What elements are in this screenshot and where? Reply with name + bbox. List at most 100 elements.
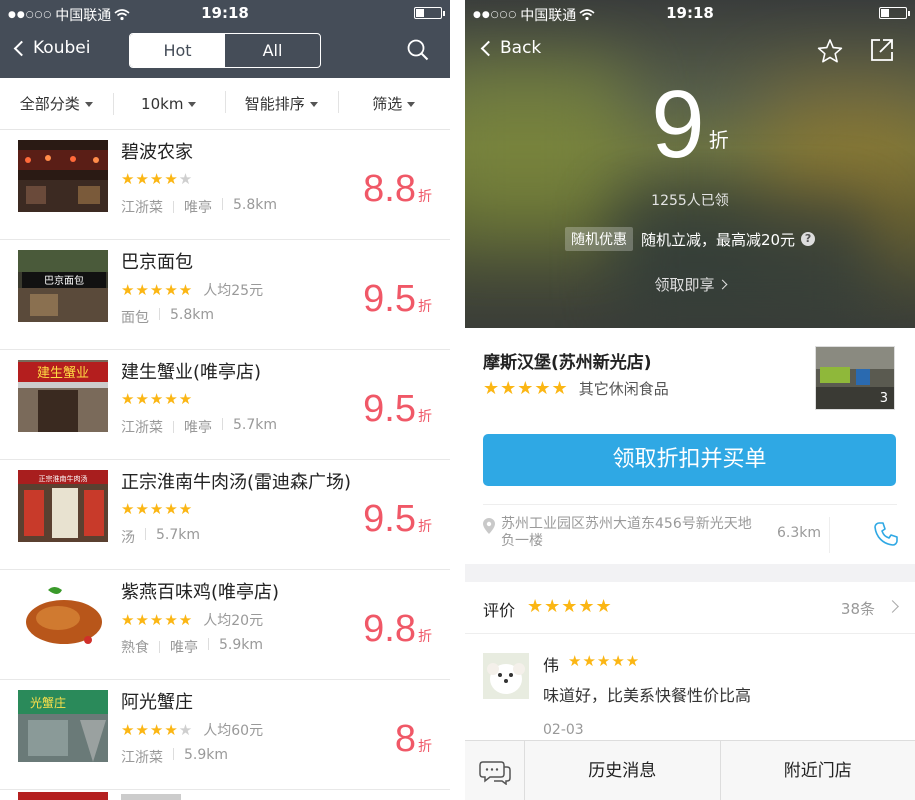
filter-category[interactable]: 全部分类 (0, 93, 113, 114)
get-now-link[interactable]: 领取即享 (465, 274, 915, 295)
shop-info-card: 摩斯汉堡(苏州新光店) ★★★★★ 其它休闲食品 3 领取折扣并买单 苏州工业园区… (465, 328, 915, 564)
status-bar: ●●○○○ 中国联通 19:18 (465, 0, 915, 26)
shop-cuisine: 江浙菜 (121, 420, 163, 436)
discount-unit: 折 (418, 629, 432, 645)
thumb-sign-text: 建生蟹业 (37, 366, 89, 381)
filter-more-label: 筛选 (372, 95, 403, 113)
shop-name: 建生蟹业(唯亭店) (121, 362, 262, 383)
discount-number: 9 (651, 71, 705, 178)
shop-meta: 汤 5.7km (121, 527, 200, 547)
rating-stars: ★★★★★ (121, 500, 193, 518)
star-icon: ★★★★★ (121, 281, 194, 299)
reviews-header[interactable]: 评价 ★★★★★ 38条 (465, 582, 915, 634)
avg-price: 人均20元 (203, 613, 264, 629)
star-empty-icon: ★ (178, 721, 194, 739)
shop-meta: 江浙菜 5.9km (121, 747, 228, 767)
clock: 19:18 (201, 4, 249, 22)
shop-thumbnail (18, 580, 108, 652)
star-icon: ★★★★ (121, 170, 179, 188)
filter-sort[interactable]: 智能排序 (225, 91, 338, 114)
rating-stars: ★★★★★ 人均25元 (121, 280, 263, 300)
promo-text: 随机立减，最高减20元 (640, 230, 796, 249)
tab-all[interactable]: All (225, 34, 320, 67)
shop-distance: 5.9km (198, 637, 263, 657)
shop-cuisine: 熟食 (121, 640, 149, 656)
help-icon[interactable]: ? (801, 232, 816, 246)
address-row[interactable]: 苏州工业园区苏州大道东456号新光天地负一楼 6.3km (483, 504, 899, 564)
discount-number: 9.5 (363, 278, 416, 320)
filter-bar: 全部分类 10km 智能排序 筛选 (0, 78, 450, 130)
review-date: 02-03 (543, 722, 584, 738)
filter-category-label: 全部分类 (19, 95, 80, 113)
shop-list-item[interactable]: 光蟹庄 阿光蟹庄 ★★★★ ★ 人均60元 江浙菜 5.9km 8折 (0, 680, 450, 790)
rating-stars: ★★★★★ (121, 390, 193, 408)
star-icon: ★★★★★ (121, 390, 194, 408)
search-icon[interactable] (407, 39, 429, 61)
shop-cuisine: 江浙菜 (121, 750, 163, 766)
discount-unit: 折 (418, 299, 432, 315)
caret-down-icon (188, 101, 197, 107)
discount-value: 8.8 折 (363, 168, 432, 211)
filter-distance[interactable]: 10km (112, 92, 226, 115)
thumb-sign-text: 光蟹庄 (30, 695, 66, 710)
phone-icon[interactable] (873, 521, 899, 547)
shop-area: 唯亭 (163, 417, 212, 437)
filter-sort-label: 智能排序 (244, 95, 305, 113)
shop-meta: 江浙菜 唯亭 5.8km (121, 197, 277, 217)
nearby-stores-button[interactable]: 附近门店 (719, 741, 915, 800)
discount-value: 9.5 折 (363, 498, 432, 541)
favorite-star-icon[interactable] (817, 38, 843, 64)
star-empty-icon: ★ (178, 170, 194, 188)
rating-stars: ★★★★ ★ 人均60元 (121, 720, 263, 740)
shop-cuisine: 汤 (121, 530, 135, 546)
shop-area: 唯亭 (149, 637, 198, 657)
filter-distance-label: 10km (141, 94, 184, 113)
history-messages-button[interactable]: 历史消息 (525, 741, 720, 800)
rating-stars: ★★★★★ 其它休闲食品 (483, 378, 669, 399)
shop-photo[interactable]: 3 (815, 346, 895, 410)
shop-thumbnail: 建生蟹业 (18, 360, 108, 432)
rating-stars: ★★★★★ 人均20元 (121, 610, 263, 630)
star-icon: ★★★★★ (121, 500, 194, 518)
discount-number: 9.8 (363, 608, 416, 650)
caret-down-icon (407, 102, 416, 107)
shop-list-item[interactable]: 紫燕百味鸡(唯亭店) ★★★★★ 人均20元 熟食 唯亭 5.9km 9.8 折 (0, 570, 450, 680)
shop-list-item[interactable]: 正宗淮南牛肉汤 正宗淮南牛肉汤(雷迪森广场) ★★★★★ 汤 5.7km 9.5 折 (0, 460, 450, 570)
discount-number: 9.5 (363, 498, 416, 540)
share-icon[interactable] (870, 38, 894, 62)
discount-number: 9.5 (363, 388, 416, 430)
shop-detail-screen: ●●○○○ 中国联通 19:18 Back 9折 1255人已领 随机优惠 随机… (465, 0, 915, 800)
shop-thumbnail (18, 140, 108, 212)
shop-list-item[interactable]: 巴京面包 巴京面包 ★★★★★ 人均25元 面包 5.8km 9.5 折 (0, 240, 450, 350)
shop-list: 碧波农家 ★★★★ ★ 江浙菜 唯亭 5.8km 8.8 折 巴京面包 巴京面包 ★★★… (0, 130, 450, 790)
discount-unit: 折 (418, 189, 432, 205)
back-button[interactable]: Back (480, 38, 541, 58)
shop-distance: 5.7km (212, 417, 277, 437)
shop-thumbnail: 巴京面包 (18, 250, 108, 322)
divider (829, 517, 830, 553)
back-button[interactable]: Koubei (13, 38, 90, 58)
chevron-right-icon (717, 279, 727, 290)
claim-and-pay-button[interactable]: 领取折扣并买单 (483, 434, 896, 486)
shop-category: 其它休闲食品 (578, 380, 669, 398)
shop-name: 阿光蟹庄 (121, 692, 193, 713)
star-icon: ★★★★★ (483, 378, 569, 399)
thumb-sign-text: 正宗淮南牛肉汤 (39, 474, 88, 483)
discount-value: 8折 (395, 718, 432, 761)
shop-thumbnail: 正宗淮南牛肉汤 (18, 470, 108, 542)
next-shop-thumbnail-partial (18, 792, 181, 800)
thumb-sign-text: 巴京面包 (44, 274, 84, 287)
shop-list-item[interactable]: 建生蟹业 建生蟹业(唯亭店) ★★★★★ 江浙菜 唯亭 5.7km 9.5 折 (0, 350, 450, 460)
hero-background-blur (615, 200, 875, 320)
discount-value: 9.8 折 (363, 608, 432, 651)
avatar (483, 653, 529, 699)
tab-hot[interactable]: Hot (130, 34, 225, 67)
location-pin-icon (483, 518, 495, 534)
chat-bubble-icon (479, 761, 511, 785)
shop-list-item[interactable]: 碧波农家 ★★★★ ★ 江浙菜 唯亭 5.8km 8.8 折 (0, 130, 450, 240)
battery-icon (879, 7, 910, 19)
rating-stars: ★★★★★ (121, 170, 193, 188)
filter-more[interactable]: 筛选 (337, 91, 451, 114)
chat-button[interactable] (465, 741, 525, 800)
chevron-right-icon (886, 600, 899, 613)
